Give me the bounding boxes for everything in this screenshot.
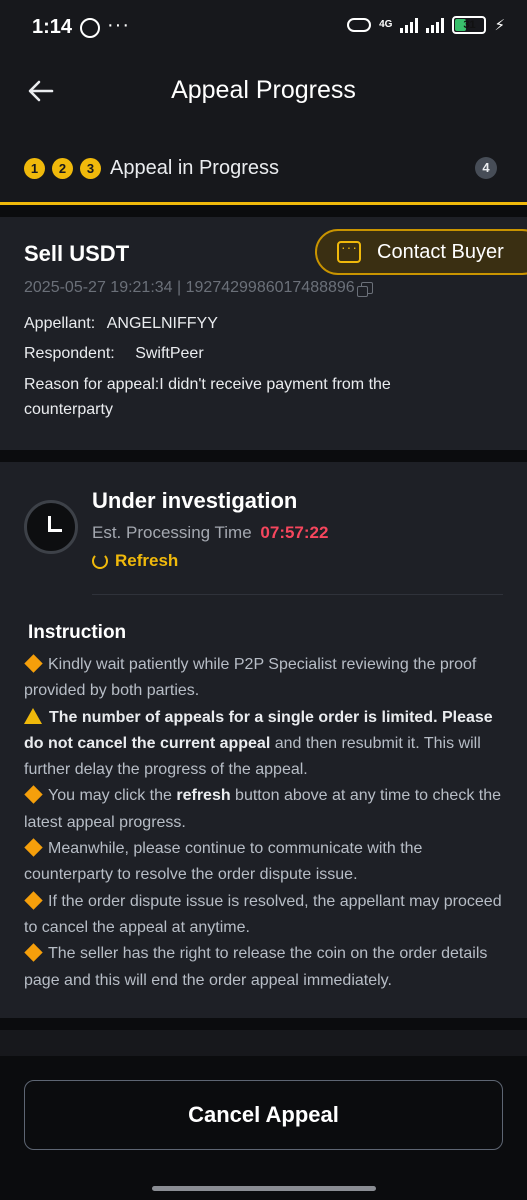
instruction-item: If the order dispute issue is resolved, … [24, 890, 502, 936]
processing-time: Est. Processing Time 07:57:22 [92, 523, 328, 543]
copy-icon[interactable] [356, 282, 373, 297]
page-title: Appeal Progress [171, 76, 356, 104]
appellant-label: Appellant: [24, 315, 96, 332]
current-step-label: Appeal in Progress [110, 156, 279, 179]
refresh-button[interactable]: Refresh [92, 551, 178, 571]
instruction-item: Meanwhile, please continue to communicat… [24, 838, 423, 884]
diamond-icon [24, 943, 43, 962]
respondent-value: SwiftPeer [135, 345, 204, 362]
cancel-appeal-button[interactable]: Cancel Appeal [24, 1080, 503, 1150]
refresh-label: Refresh [115, 551, 179, 570]
home-indicator[interactable] [152, 1186, 376, 1191]
instruction-title: Instruction [28, 622, 127, 643]
warning-icon [24, 707, 42, 724]
chat-icon [337, 239, 361, 263]
app-header: Appeal Progress [0, 58, 527, 128]
order-meta: 2025-05-27 19:21:34 | 192742998601748889… [24, 279, 373, 297]
appeal-reason: Reason for appeal:I didn't receive payme… [24, 376, 391, 418]
contact-buyer-label: Contact Buyer [377, 240, 504, 263]
diamond-icon [24, 654, 43, 673]
section-divider [0, 1018, 527, 1030]
diamond-icon [24, 785, 43, 805]
diamond-icon [24, 838, 43, 857]
contact-buyer-button[interactable]: Contact Buyer [315, 229, 527, 275]
status-icons: 4G 31 ⚡ [347, 16, 505, 34]
instruction-item: Kindly wait patiently while P2P Speciali… [24, 654, 477, 700]
processing-time-label: Est. Processing Time [92, 523, 252, 542]
instruction-list: Kindly wait patiently while P2P Speciali… [24, 652, 502, 994]
instruction-item: You may click the refresh button above a… [24, 785, 501, 831]
battery-icon: 31 [452, 16, 487, 34]
countdown: 07:57:22 [260, 523, 329, 542]
clock-icon [24, 500, 78, 554]
network-type: 4G [379, 19, 393, 30]
order-id: 1927429986017488896 [185, 279, 355, 296]
step-2: 2 [52, 157, 73, 179]
order-datetime: 2025-05-27 19:21:34 [24, 279, 173, 296]
bottom-bar: Cancel Appeal [0, 1056, 527, 1200]
step-4: 4 [475, 157, 497, 179]
respondent-row: Respondent: SwiftPeer [24, 345, 204, 363]
refresh-icon [92, 553, 108, 569]
step-3: 3 [80, 157, 101, 179]
hotspot-icon [347, 18, 372, 32]
respondent-label: Respondent: [24, 345, 115, 362]
step-1: 1 [24, 157, 45, 179]
signal-icon [400, 17, 419, 33]
instruction-item: The seller has the right to release the … [24, 943, 488, 989]
appellant-value: ANGELNIFFYY [106, 315, 218, 332]
instruction-warning: The number of appeals for a single order… [24, 707, 493, 779]
order-card: Sell USDT Contact Buyer 2025-05-27 19:21… [0, 217, 527, 450]
charging-icon: ⚡ [494, 17, 505, 34]
signal-icon-2 [426, 17, 445, 33]
appellant-row: Appellant: ANGELNIFFYY [24, 315, 218, 333]
appeal-steps: 1 2 3 Appeal in Progress 4 [24, 146, 503, 190]
status-bar: 1:14 ··· 4G 31 ⚡ [0, 0, 527, 58]
section-divider [0, 205, 527, 217]
order-type: Sell USDT [24, 241, 130, 266]
section-divider [0, 450, 527, 462]
whatsapp-icon [80, 18, 100, 38]
more-notifications-icon: ··· [107, 14, 130, 36]
status-title: Under investigation [92, 488, 298, 513]
clock-time: 1:14 [32, 16, 73, 38]
divider [92, 594, 503, 595]
meta-separator: | [172, 279, 186, 296]
status-card: Under investigation Est. Processing Time… [0, 462, 527, 1018]
diamond-icon [24, 890, 43, 910]
